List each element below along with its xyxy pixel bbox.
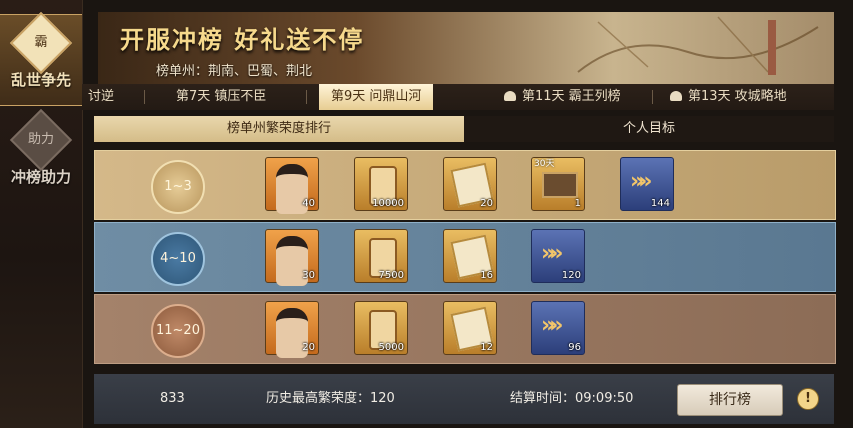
banner-subtitle: 榜单州：荆南、巴蜀、荆北 — [156, 64, 313, 79]
my-rank: 833 — [160, 391, 185, 406]
tab-divider — [144, 90, 145, 104]
rank-medal: 4~10 — [151, 232, 205, 286]
book-reward[interactable]: 12 — [443, 301, 497, 355]
scroll-reward[interactable]: 5000 — [354, 301, 408, 355]
banner-title: 开服冲榜 好礼送不停 — [120, 26, 365, 54]
bell-icon — [670, 91, 682, 101]
tab-divider — [652, 90, 653, 104]
hero-portrait-reward[interactable]: 30 — [265, 229, 319, 286]
hero-portrait-reward[interactable]: 40 — [265, 157, 319, 214]
fortress-reward[interactable]: 30天 1 — [531, 157, 585, 211]
fortress-icon — [542, 172, 578, 198]
scroll-reward[interactable]: 7500 — [354, 229, 408, 283]
rank-medal: 11~20 — [151, 304, 205, 358]
rank-row: 1~3 40 10000 20 30天 1 »» 144 — [94, 150, 836, 220]
tab-prosperity-ranking[interactable]: 榜单州繁荣度排行 — [94, 116, 464, 142]
leaderboard-button[interactable]: 排行榜 — [677, 384, 783, 416]
crest-icon: 霸 — [9, 11, 73, 75]
chevron-speedup-icon: »» — [541, 313, 564, 338]
rank-medal: 1~3 — [151, 160, 205, 214]
tab-day7[interactable]: 第7天 镇压不臣 — [176, 84, 266, 110]
tab-personal-goal[interactable]: 个人目标 — [464, 116, 834, 142]
history-max-prosperity: 历史最高繁荣度：120 — [266, 391, 395, 406]
book-reward[interactable]: 20 — [443, 157, 497, 211]
book-reward[interactable]: 16 — [443, 229, 497, 283]
speedup-reward[interactable]: »» 96 — [531, 301, 585, 355]
sidebar: 霸 乱世争先 助力 冲榜助力 — [0, 0, 83, 428]
scroll-reward[interactable]: 10000 — [354, 157, 408, 211]
tab-divider — [306, 90, 307, 104]
sidebar-item-luanshi[interactable]: 霸 乱世争先 — [0, 11, 82, 106]
bell-icon — [504, 91, 516, 101]
map-decoration — [577, 16, 819, 75]
sidebar-item-label: 乱世争先 — [10, 71, 71, 89]
tab-day11[interactable]: 第11天 霸王列榜 — [504, 84, 621, 110]
speedup-reward[interactable]: »» 144 — [620, 157, 674, 211]
tab-taoni[interactable]: 讨逆 — [88, 84, 114, 110]
day-tabs: 讨逆 第7天 镇压不臣 第9天 问鼎山河 第11天 霸王列榜 第13天 攻城略地 — [82, 84, 834, 110]
chevron-speedup-icon: »» — [541, 241, 564, 266]
rank-row: 11~20 20 5000 12 »» 96 — [94, 294, 836, 364]
footer-bar: 833 历史最高繁荣度：120 结算时间：09:09:50 排行榜 ! — [94, 374, 834, 424]
chevron-speedup-icon: »» — [630, 169, 653, 194]
speedup-reward[interactable]: »» 120 — [531, 229, 585, 283]
sidebar-item-zhuli[interactable]: 助力 冲榜助力 — [0, 108, 82, 202]
tab-day13[interactable]: 第13天 攻城略地 — [670, 84, 787, 110]
rank-row: 4~10 30 7500 16 »» 120 — [94, 222, 836, 292]
event-banner: 开服冲榜 好礼送不停 榜单州：荆南、巴蜀、荆北 — [98, 12, 834, 84]
info-icon[interactable]: ! — [797, 388, 819, 410]
tab-day9[interactable]: 第9天 问鼎山河 — [319, 84, 434, 110]
hero-portrait-reward[interactable]: 20 — [265, 301, 319, 358]
sub-tabs: 榜单州繁荣度排行 个人目标 — [94, 116, 834, 142]
settle-time: 结算时间：09:09:50 — [510, 391, 634, 406]
sidebar-item-label: 冲榜助力 — [10, 168, 71, 186]
crest-icon: 助力 — [9, 108, 73, 172]
